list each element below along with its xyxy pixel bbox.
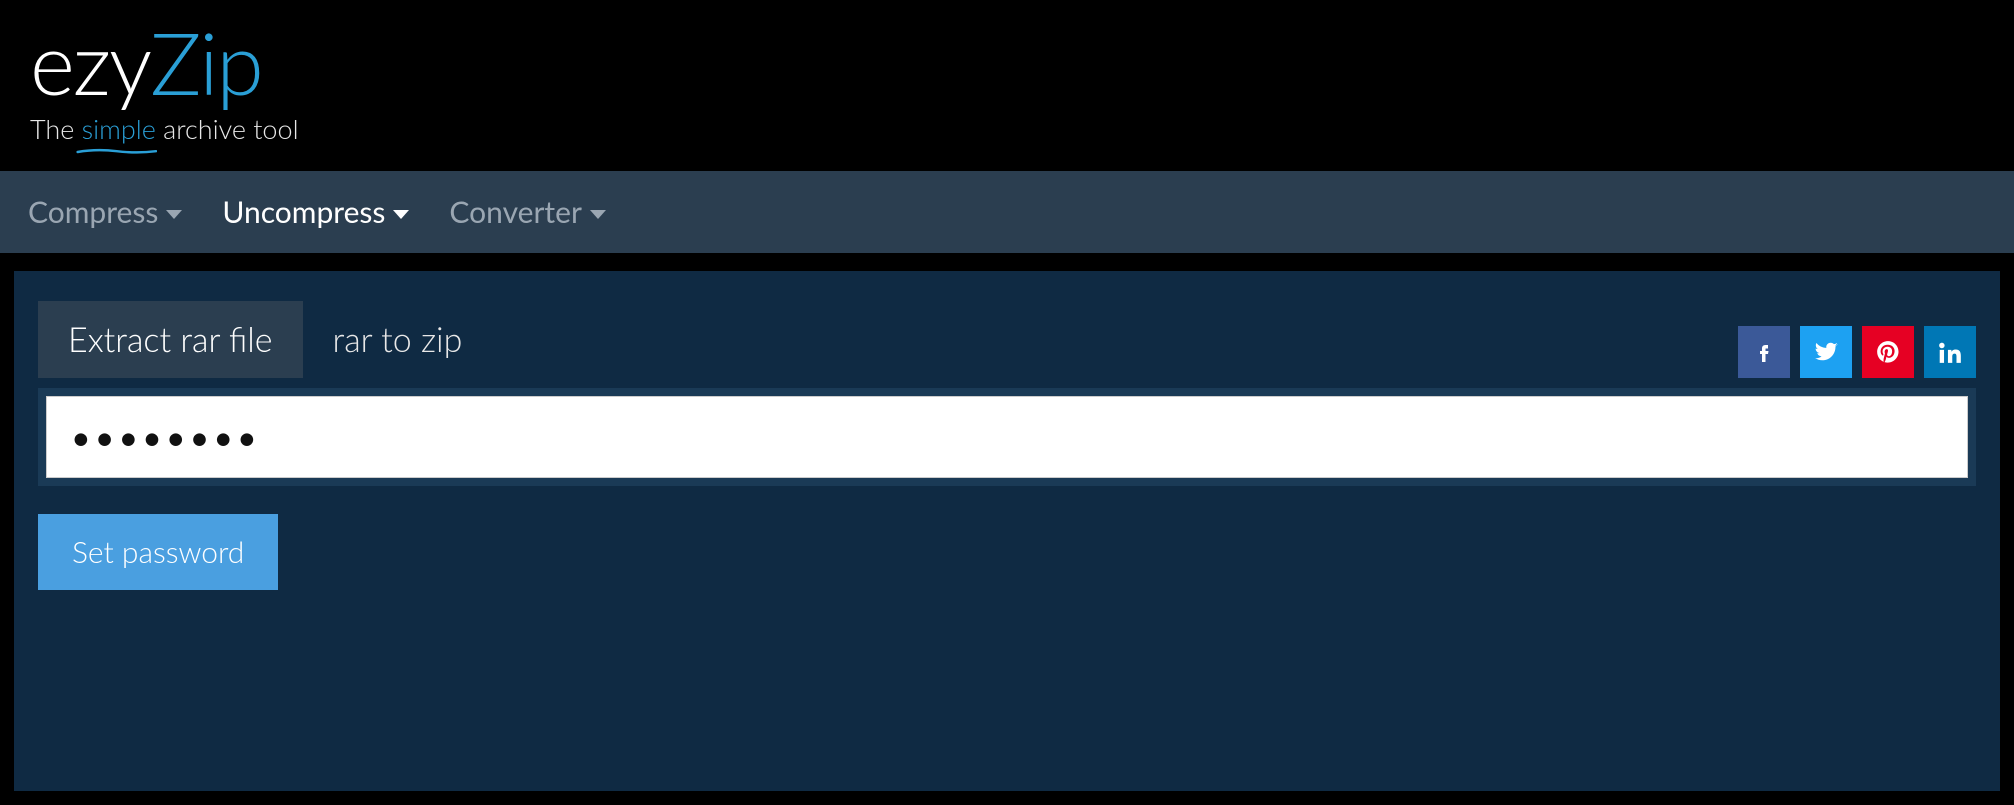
pinterest-share-button[interactable] <box>1862 326 1914 378</box>
logo[interactable]: ezyZip <box>30 20 1984 106</box>
logo-text-zip: Zip <box>150 20 262 106</box>
nav-uncompress[interactable]: Uncompress <box>222 194 409 230</box>
tab-row: Extract rar file rar to zip <box>38 301 1976 378</box>
tagline-simple: simple <box>82 112 156 145</box>
facebook-share-button[interactable] <box>1738 326 1790 378</box>
password-input[interactable] <box>46 396 1968 478</box>
nav-uncompress-label: Uncompress <box>222 194 385 230</box>
content-wrap: Extract rar file rar to zip <box>0 257 2014 805</box>
facebook-icon <box>1752 340 1776 364</box>
linkedin-icon <box>1937 339 1963 365</box>
header: ezyZip The simple archive tool <box>0 0 2014 171</box>
main-panel: Extract rar file rar to zip <box>14 271 2000 791</box>
logo-text-ezy: ezy <box>30 20 150 106</box>
pinterest-icon <box>1875 339 1901 365</box>
tagline-pre: The <box>30 112 82 145</box>
caret-down-icon <box>166 210 182 219</box>
tab-extract-rar[interactable]: Extract rar file <box>38 301 303 378</box>
linkedin-share-button[interactable] <box>1924 326 1976 378</box>
nav-converter[interactable]: Converter <box>449 194 605 230</box>
navbar: Compress Uncompress Converter <box>0 171 2014 257</box>
caret-down-icon <box>393 210 409 219</box>
nav-converter-label: Converter <box>449 194 581 230</box>
caret-down-icon <box>590 210 606 219</box>
set-password-button[interactable]: Set password <box>38 514 278 590</box>
nav-compress[interactable]: Compress <box>28 194 182 230</box>
twitter-icon <box>1812 338 1840 366</box>
underline-icon <box>76 147 158 157</box>
tagline: The simple archive tool <box>30 112 1984 145</box>
tabs: Extract rar file rar to zip <box>38 301 492 378</box>
nav-compress-label: Compress <box>28 194 158 230</box>
twitter-share-button[interactable] <box>1800 326 1852 378</box>
tagline-post: archive tool <box>156 112 299 145</box>
password-input-wrap <box>38 388 1976 486</box>
social-share <box>1738 326 1976 378</box>
tagline-simple-text: simple <box>82 112 156 145</box>
tab-rar-to-zip[interactable]: rar to zip <box>303 301 493 378</box>
